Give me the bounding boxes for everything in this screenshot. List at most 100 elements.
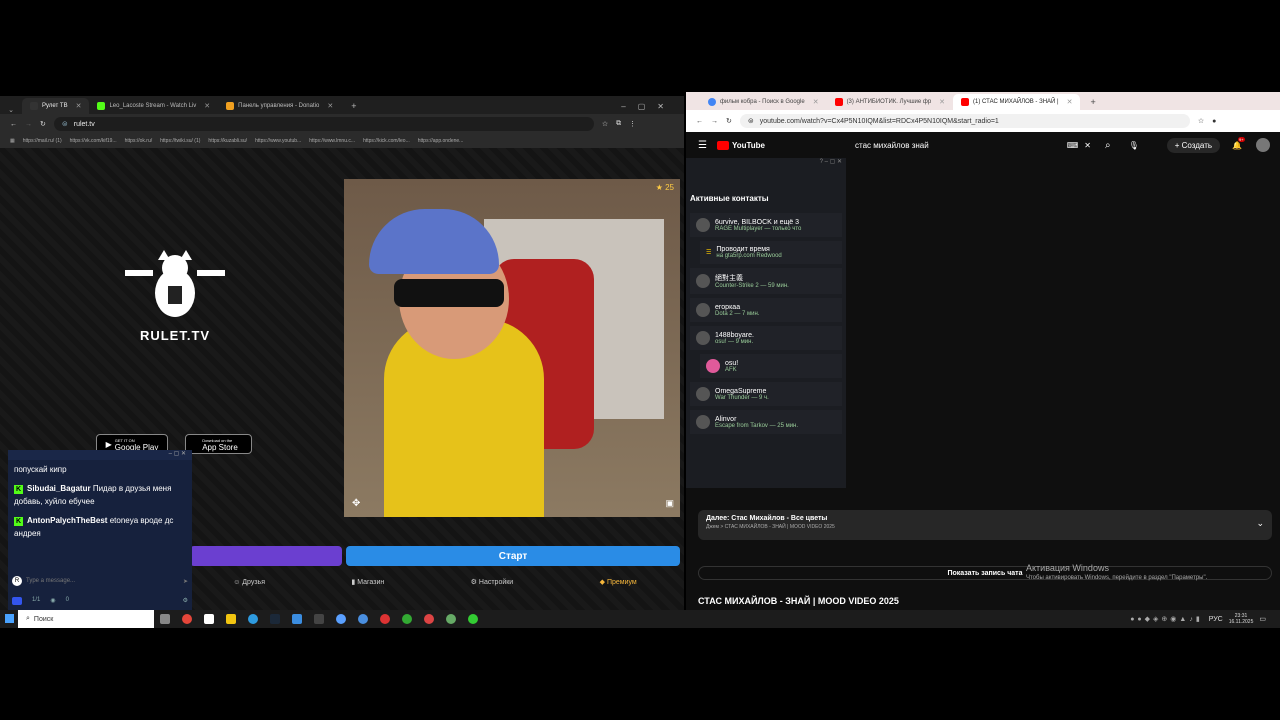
taskbar-search[interactable]: ⌕ Поиск <box>18 610 154 628</box>
bookmark-item[interactable]: https://app.ondene... <box>418 138 464 144</box>
back-icon[interactable]: ← <box>696 118 703 125</box>
contact-item[interactable]: егоркаа Dota 2 — 7 мин. <box>690 298 842 322</box>
keyboard-icon[interactable]: ⌨ <box>1067 141 1079 150</box>
profile-icon[interactable]: ● <box>1212 118 1216 125</box>
tab-youtube-1[interactable]: (3) АНТИБИОТИК. Лучшие фр ✕ <box>827 94 953 110</box>
nav-settings[interactable]: ⚙ Настройки <box>471 578 514 586</box>
tab-donation[interactable]: Панель управления - Donatio ✕ <box>218 98 341 114</box>
chrome-icon[interactable] <box>468 614 478 624</box>
search-icon[interactable]: ⌕ <box>1105 140 1111 151</box>
contact-item[interactable]: 絕對主義 Counter-Strike 2 — 59 мин. <box>690 268 842 294</box>
reload-icon[interactable]: ↻ <box>40 120 46 128</box>
close-icon[interactable]: ✕ <box>76 102 82 110</box>
chrome-icon[interactable] <box>402 614 412 624</box>
purple-action-button[interactable] <box>190 546 342 566</box>
tab-youtube-2[interactable]: (1) СТАС МИХАЙЛОВ - ЗНАЙ | ✕ <box>953 94 1081 110</box>
app-icon[interactable] <box>358 614 368 624</box>
message-user[interactable]: AntonPalychTheBest <box>27 516 107 525</box>
bookmark-star-icon[interactable]: ☆ <box>602 120 608 128</box>
contact-item[interactable]: 1488boyare. osu! — 9 мин. <box>690 326 842 350</box>
nav-premium[interactable]: ◆ Премиум <box>600 578 637 586</box>
youtube-logo[interactable]: YouTube <box>716 140 765 150</box>
site-info-icon[interactable]: ⊜ <box>748 117 754 125</box>
edge-icon[interactable] <box>248 614 258 624</box>
send-icon[interactable]: ➤ <box>183 578 188 585</box>
chevron-down-icon[interactable]: ⌄ <box>1256 518 1264 529</box>
site-info-icon[interactable]: ⊜ <box>62 120 68 128</box>
microphone-icon[interactable]: 🎙 <box>1129 141 1139 150</box>
url-field[interactable]: ⊜ rulet.tv <box>53 117 594 131</box>
bookmark-item[interactable]: https://www.youtub... <box>255 138 301 144</box>
bookmark-item[interactable]: https://www.lmnu.c... <box>309 138 355 144</box>
language-indicator[interactable]: РУС <box>1209 616 1223 623</box>
message-user[interactable]: Sibudai_Bagatur <box>27 484 91 493</box>
tab-kick[interactable]: Leo_Lacoste Stream - Watch Liv ✕ <box>89 98 218 114</box>
browser-icon[interactable] <box>336 614 346 624</box>
tab-rulet[interactable]: Рулет ТВ ✕ <box>22 98 90 114</box>
chat-app-icon[interactable] <box>292 614 302 624</box>
close-icon[interactable]: ✕ <box>813 98 819 106</box>
extensions-icon[interactable]: ⧉ <box>616 120 621 128</box>
next-in-queue[interactable]: Далее: Стас Михайлов - Все цветы Джем > … <box>698 510 1272 540</box>
clock[interactable]: 23:31 16.11.2025 <box>1229 613 1254 625</box>
app-store-button[interactable]: Download on the App Store <box>185 434 252 454</box>
steam-window-controls[interactable]: ? – ▢ ✕ <box>686 158 846 172</box>
forward-icon[interactable]: → <box>711 118 718 125</box>
apps-icon[interactable]: ▦ <box>10 138 15 144</box>
forward-icon[interactable]: → <box>25 121 32 128</box>
terminal-icon[interactable] <box>204 614 214 624</box>
explorer-icon[interactable] <box>226 614 236 624</box>
close-icon[interactable]: ✕ <box>327 102 333 110</box>
contact-item[interactable]: OmegaSupreme War Thunder — 9 ч. <box>690 382 842 406</box>
url-field[interactable]: ⊜ youtube.com/watch?v=Cx4P5N10IQM&list=RD… <box>739 114 1190 128</box>
reload-icon[interactable]: ↻ <box>726 117 732 125</box>
contact-sub-item[interactable]: osu! AFK <box>700 354 842 378</box>
contact-item[interactable]: 6urvive, BILBOCK и ещё 3 RAGE Multiplayer… <box>690 213 842 237</box>
bookmark-item[interactable]: https://twiki.su/ (1) <box>160 138 200 144</box>
bookmark-item[interactable]: https://ok.ru/ <box>125 138 153 144</box>
menu-icon[interactable]: ⋮ <box>629 120 636 128</box>
chrome-icon[interactable] <box>446 614 456 624</box>
chat-window-controls[interactable]: – ▢ ✕ <box>8 450 192 460</box>
start-button[interactable]: Старт <box>346 546 680 566</box>
tab-menu-icon[interactable]: ⌄ <box>0 106 22 114</box>
avatar[interactable] <box>1256 138 1270 152</box>
close-icon[interactable]: ✕ <box>204 102 210 110</box>
start-icon[interactable] <box>5 614 14 623</box>
back-icon[interactable]: ← <box>10 121 17 128</box>
search-input[interactable]: стас михайлов знай <box>855 141 929 150</box>
gear-icon[interactable]: ⚙ <box>183 597 188 607</box>
record-icon[interactable] <box>380 614 390 624</box>
bookmark-item[interactable]: https://vk.com/kif19... <box>70 138 117 144</box>
clear-search-icon[interactable]: ✕ <box>1084 141 1091 150</box>
window-controls[interactable]: –▢✕ <box>613 102 684 114</box>
contact-item[interactable]: Alinvor Escape from Tarkov — 25 мин. <box>690 410 842 434</box>
chat-input[interactable]: Type a message... <box>26 578 179 584</box>
webcam-video[interactable]: ★ 25 ✥ ▣ <box>344 179 680 517</box>
close-icon[interactable]: ✕ <box>1067 98 1073 106</box>
hamburger-icon[interactable]: ☰ <box>698 140 707 151</box>
chrome-icon[interactable] <box>424 614 434 624</box>
nav-shop[interactable]: ▮ Магазин <box>351 578 384 586</box>
move-icon[interactable]: ✥ <box>352 498 360 509</box>
notification-icon[interactable]: ▭ <box>1259 615 1266 623</box>
contact-sub-item[interactable]: ☰ Проводит время на gta5rp.com Redwood <box>700 241 842 264</box>
chrome-icon[interactable] <box>182 614 192 624</box>
create-button[interactable]: + Создать <box>1166 137 1221 153</box>
bell-icon[interactable]: 🔔 9+ <box>1232 136 1245 150</box>
bookmark-item[interactable]: https://mail.ru/ (1) <box>23 138 62 144</box>
tab-google[interactable]: фильм кобра - Поиск в Google ✕ <box>700 94 827 110</box>
bookmark-item[interactable]: https://kuzabli.su/ <box>208 138 247 144</box>
tray-icons[interactable]: ●●◆◈⊕◉▲♪▮ <box>1130 615 1202 623</box>
new-tab-button[interactable]: + <box>1080 97 1105 110</box>
bookmark-item[interactable]: https://kick.com/leo... <box>363 138 410 144</box>
steam-icon[interactable] <box>270 614 280 624</box>
app-icon[interactable] <box>314 614 324 624</box>
task-view-icon[interactable] <box>160 614 170 624</box>
close-icon[interactable]: ✕ <box>939 98 945 106</box>
bookmark-star-icon[interactable]: ☆ <box>1198 117 1204 125</box>
contact-name: 1488boyare. <box>715 331 754 339</box>
nav-friends[interactable]: ☺ Друзья <box>233 579 265 586</box>
new-tab-button[interactable]: + <box>341 101 366 114</box>
camera-icon[interactable]: ▣ <box>665 498 674 509</box>
